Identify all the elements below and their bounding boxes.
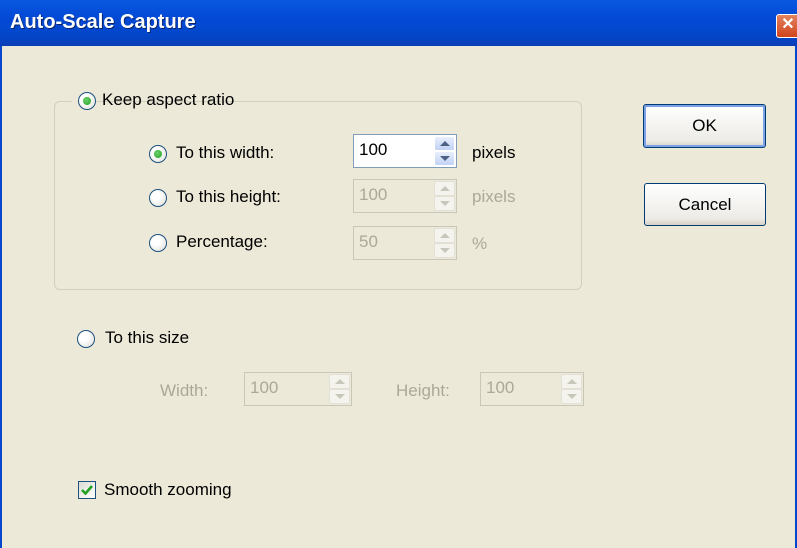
- smooth-zoom-label: Smooth zooming: [104, 480, 232, 499]
- percentage-up-button[interactable]: [434, 228, 455, 243]
- arrow-up-icon: [335, 379, 345, 384]
- width-value[interactable]: 100: [359, 140, 387, 160]
- percentage-down-button[interactable]: [434, 243, 455, 258]
- title-bar[interactable]: Auto-Scale Capture ✕: [0, 0, 797, 46]
- arrow-down-icon: [335, 394, 345, 399]
- cancel-button[interactable]: Cancel: [644, 183, 766, 226]
- keep-aspect-radio[interactable]: [78, 92, 96, 110]
- ok-button-label: OK: [692, 116, 717, 135]
- percentage-label: Percentage:: [176, 232, 268, 251]
- arrow-up-icon: [440, 141, 450, 146]
- height-down-button[interactable]: [434, 196, 455, 211]
- size-width-value[interactable]: 100: [250, 378, 278, 398]
- to-size-radio[interactable]: [77, 330, 95, 348]
- size-width-down-button[interactable]: [329, 389, 350, 404]
- ok-button[interactable]: OK: [643, 104, 766, 148]
- width-label: To this width:: [176, 143, 275, 162]
- percentage-radio[interactable]: [149, 234, 167, 252]
- checkmark-icon: [81, 485, 93, 496]
- arrow-up-icon: [567, 379, 577, 384]
- close-icon: ✕: [781, 16, 795, 33]
- arrow-down-icon: [440, 201, 450, 206]
- height-value[interactable]: 100: [359, 185, 387, 205]
- size-height-label: Height:: [396, 381, 450, 400]
- width-stepper[interactable]: 100: [353, 134, 457, 168]
- size-width-stepper[interactable]: 100: [244, 372, 352, 406]
- size-height-value[interactable]: 100: [486, 378, 514, 398]
- width-unit: pixels: [472, 143, 516, 162]
- width-radio[interactable]: [149, 145, 167, 163]
- height-up-button[interactable]: [434, 181, 455, 196]
- arrow-up-icon: [440, 233, 450, 238]
- cancel-button-label: Cancel: [678, 195, 732, 214]
- percentage-unit: %: [472, 234, 488, 253]
- to-size-label: To this size: [105, 328, 190, 347]
- percentage-stepper[interactable]: 50: [353, 226, 457, 260]
- smooth-zoom-checkbox[interactable]: [78, 481, 96, 499]
- width-up-button[interactable]: [434, 136, 455, 151]
- size-width-label: Width:: [160, 381, 209, 400]
- keep-aspect-option[interactable]: Keep aspect ratio: [72, 88, 234, 114]
- arrow-up-icon: [440, 186, 450, 191]
- size-height-up-button[interactable]: [561, 374, 582, 389]
- height-radio[interactable]: [149, 189, 167, 207]
- arrow-down-icon: [567, 394, 577, 399]
- close-button[interactable]: ✕: [776, 14, 797, 38]
- window-title: Auto-Scale Capture: [10, 11, 196, 33]
- height-stepper[interactable]: 100: [353, 179, 457, 213]
- arrow-down-icon: [440, 156, 450, 161]
- height-label: To this height:: [176, 187, 281, 206]
- percentage-value[interactable]: 50: [359, 232, 378, 252]
- keep-aspect-label: Keep aspect ratio: [102, 90, 235, 109]
- window-frame-left: [0, 46, 2, 548]
- height-unit: pixels: [472, 187, 516, 206]
- size-height-stepper[interactable]: 100: [480, 372, 584, 406]
- size-width-up-button[interactable]: [329, 374, 350, 389]
- arrow-down-icon: [440, 248, 450, 253]
- width-down-button[interactable]: [434, 151, 455, 166]
- size-height-down-button[interactable]: [561, 389, 582, 404]
